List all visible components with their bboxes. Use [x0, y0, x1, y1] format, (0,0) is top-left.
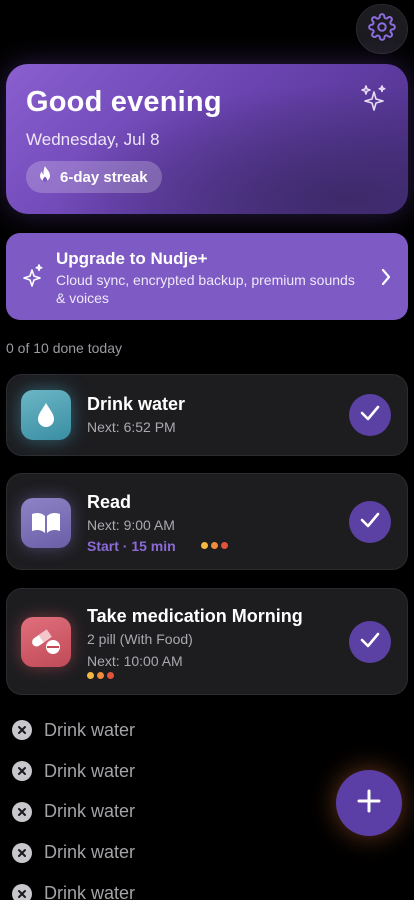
task-title: Read: [87, 492, 132, 512]
task-next-time: Next: 10:00 AM: [87, 653, 183, 669]
sparkles-icon: [360, 84, 388, 119]
checkmark-icon: [359, 511, 381, 534]
complete-button[interactable]: [349, 621, 391, 663]
gear-icon: [368, 12, 396, 46]
streak-badge[interactable]: 6-day streak: [26, 161, 162, 193]
start-session-link[interactable]: Start · 15 min: [87, 538, 176, 554]
plus-icon: [356, 788, 382, 819]
greeting-title: Good evening: [26, 86, 222, 118]
skipped-label: Drink water: [44, 883, 136, 900]
task-title: Drink water: [87, 394, 186, 414]
task-next-time: Next: 9:00 AM: [87, 517, 175, 533]
priority-dots: [201, 542, 228, 549]
upgrade-subtitle: Cloud sync, encrypted backup, premium so…: [56, 272, 355, 306]
greeting-card: Good evening Wednesday, Jul 8 6-day stre…: [6, 64, 408, 214]
greeting-date: Wednesday, Jul 8: [26, 130, 160, 149]
close-circle-icon: [12, 720, 32, 741]
open-book-icon: [21, 498, 71, 548]
add-button[interactable]: [336, 770, 402, 836]
skipped-label: Drink water: [44, 842, 136, 863]
task-card-drink-water[interactable]: Drink water Next: 6:52 PM: [6, 374, 408, 456]
skipped-item[interactable]: Drink water: [12, 710, 135, 751]
upgrade-banner[interactable]: Upgrade to Nudje+ Cloud sync, encrypted …: [6, 233, 408, 320]
task-card-medication[interactable]: Take medication Morning 2 pill (With Foo…: [6, 588, 408, 695]
skipped-label: Drink water: [44, 760, 136, 781]
task-title: Take medication Morning: [87, 606, 303, 626]
close-circle-icon: [12, 761, 32, 782]
flame-icon: [36, 165, 54, 189]
checkmark-icon: [359, 631, 381, 654]
pills-icon: [21, 617, 71, 667]
sparkles-icon: [22, 264, 44, 293]
checkmark-icon: [359, 404, 381, 427]
complete-button[interactable]: [349, 394, 391, 436]
task-card-read[interactable]: Read Next: 9:00 AM Start · 15 min: [6, 473, 408, 570]
progress-label: 0 of 10 done today: [6, 340, 122, 356]
skipped-label: Drink water: [44, 801, 136, 822]
streak-label: 6-day streak: [60, 168, 148, 186]
task-next-time: Next: 6:52 PM: [87, 419, 176, 435]
close-circle-icon: [12, 883, 32, 900]
skipped-label: Drink water: [44, 719, 136, 740]
task-dose: 2 pill (With Food): [87, 631, 193, 647]
water-drop-icon: [21, 390, 71, 440]
priority-dots: [87, 672, 114, 679]
skipped-item[interactable]: Drink water: [12, 832, 135, 873]
chevron-right-icon: [380, 267, 392, 292]
skipped-item[interactable]: Drink water: [12, 792, 135, 833]
close-circle-icon: [12, 842, 32, 863]
settings-button[interactable]: [356, 4, 408, 54]
skipped-list: Drink water Drink water Drink water Drin…: [12, 710, 135, 900]
skipped-item[interactable]: Drink water: [12, 751, 135, 792]
complete-button[interactable]: [349, 501, 391, 543]
close-circle-icon: [12, 801, 32, 822]
upgrade-title: Upgrade to Nudje+: [56, 249, 208, 268]
skipped-item[interactable]: Drink water: [12, 873, 135, 900]
